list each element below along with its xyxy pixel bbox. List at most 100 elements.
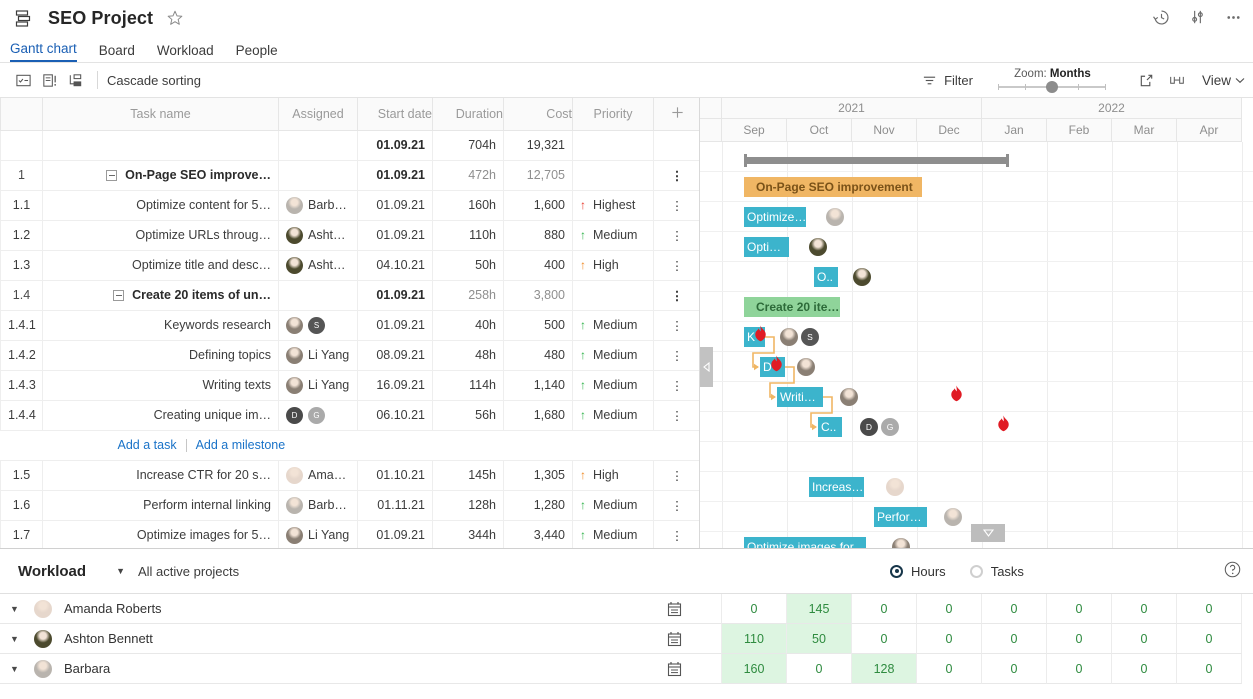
task-name-cell[interactable]: Defining topics bbox=[42, 339, 279, 371]
duration-cell[interactable]: 344h bbox=[432, 519, 504, 548]
col-duration[interactable]: Duration bbox=[432, 98, 504, 131]
task-name-cell[interactable]: Creating unique im… bbox=[42, 399, 279, 431]
table-row[interactable]: 1.6 Perform internal linking Barbara 01.11.… bbox=[0, 489, 699, 521]
workload-cell[interactable]: 145 bbox=[787, 594, 852, 624]
duration-cell[interactable]: 160h bbox=[432, 189, 504, 221]
expand-caret-icon[interactable]: ▼ bbox=[10, 634, 22, 644]
workload-cell[interactable]: 0 bbox=[1047, 624, 1112, 654]
task-name-cell[interactable]: Optimize title and desc… bbox=[42, 249, 279, 281]
assigned-wrap[interactable]: Barbara bbox=[286, 191, 350, 219]
cost-cell[interactable]: 1,140 bbox=[503, 369, 573, 401]
col-cost[interactable]: Cost bbox=[503, 98, 573, 131]
gantt-task-bar[interactable]: C.. bbox=[818, 417, 842, 437]
workload-cell[interactable]: 50 bbox=[787, 624, 852, 654]
col-priority[interactable]: Priority bbox=[572, 98, 654, 131]
task-name-cell[interactable]: On-Page SEO improve… bbox=[42, 159, 279, 191]
duration-cell[interactable]: 48h bbox=[432, 339, 504, 371]
duration-cell[interactable]: 56h bbox=[432, 399, 504, 431]
assigned-cell[interactable]: Ashto… bbox=[278, 249, 358, 281]
priority-wrap[interactable]: ↑ High bbox=[580, 461, 646, 489]
priority-wrap[interactable]: ↑ Medium bbox=[580, 221, 646, 249]
cost-cell[interactable]: 1,280 bbox=[503, 489, 573, 521]
row-menu-button[interactable]: ⋮ bbox=[653, 519, 699, 548]
priority-wrap[interactable]: ↑ Medium bbox=[580, 401, 646, 429]
priority-cell[interactable]: ↑ Medium bbox=[572, 489, 654, 521]
workload-cell[interactable]: 0 bbox=[1047, 594, 1112, 624]
workload-cell[interactable]: 0 bbox=[852, 624, 917, 654]
cost-cell[interactable]: 12,705 bbox=[503, 159, 573, 191]
cost-cell[interactable]: 400 bbox=[503, 249, 573, 281]
duration-cell[interactable]: 114h bbox=[432, 369, 504, 401]
priority-cell[interactable] bbox=[572, 159, 654, 191]
workload-cell[interactable]: 0 bbox=[1177, 654, 1242, 684]
start-date-cell[interactable]: 01.09.21 bbox=[357, 309, 433, 341]
assigned-wrap[interactable]: S bbox=[286, 311, 350, 339]
table-row-total[interactable]: 01.09.21 704h 19,321 bbox=[0, 129, 699, 161]
workload-cell[interactable]: 0 bbox=[917, 624, 982, 654]
assigned-wrap[interactable]: Ashto… bbox=[286, 251, 350, 279]
expand-caret-icon[interactable]: ▼ bbox=[10, 604, 22, 614]
duration-cell[interactable]: 145h bbox=[432, 459, 504, 491]
row-menu-button[interactable]: ⋮ bbox=[653, 189, 699, 221]
tab-workload[interactable]: Workload bbox=[157, 43, 214, 62]
task-name-cell[interactable]: Increase CTR for 20 s… bbox=[42, 459, 279, 491]
start-date-cell[interactable]: 01.09.21 bbox=[357, 519, 433, 548]
collapse-toggle[interactable] bbox=[106, 169, 118, 181]
gantt-summary-bar[interactable]: On-Page SEO improvement bbox=[744, 177, 922, 197]
more-icon[interactable] bbox=[1223, 7, 1243, 27]
workload-cell[interactable]: 128 bbox=[852, 654, 917, 684]
task-name-cell[interactable]: Create 20 items of un… bbox=[42, 279, 279, 311]
export-icon[interactable] bbox=[1132, 68, 1162, 94]
timeline-month[interactable]: Feb bbox=[1047, 119, 1112, 142]
overdue-flame-icon[interactable] bbox=[754, 325, 767, 342]
assigned-wrap[interactable]: DG bbox=[286, 401, 350, 429]
assigned-cell[interactable]: Barbara bbox=[278, 489, 358, 521]
start-date-cell[interactable]: 08.09.21 bbox=[357, 339, 433, 371]
workload-collapse-caret[interactable]: ▼ bbox=[116, 566, 125, 576]
gantt-task-bar[interactable]: Increas… bbox=[809, 477, 864, 497]
start-date-cell[interactable]: 01.09.21 bbox=[357, 279, 433, 311]
priority-wrap[interactable]: ↑ Medium bbox=[580, 311, 646, 339]
table-row[interactable]: 1.2 Optimize URLs throug… Ashto… 01.09.21 11… bbox=[0, 219, 699, 251]
assigned-wrap[interactable]: Ashto… bbox=[286, 221, 350, 249]
table-row[interactable]: 1.4 Create 20 items of un… 01.09.21 258h 3,8… bbox=[0, 279, 699, 311]
row-menu-button[interactable]: ⋮ bbox=[653, 399, 699, 431]
cost-cell[interactable]: 880 bbox=[503, 219, 573, 251]
workload-cell[interactable]: 0 bbox=[1112, 624, 1177, 654]
calendar-icon[interactable] bbox=[667, 601, 682, 617]
gantt-task-bar[interactable]: Perfor… bbox=[874, 507, 927, 527]
workload-cell[interactable]: 0 bbox=[1047, 654, 1112, 684]
scroll-down-tab[interactable] bbox=[971, 524, 1005, 542]
collapse-toggle[interactable] bbox=[113, 289, 125, 301]
zoom-slider-control[interactable]: Zoom: Months bbox=[995, 68, 1110, 93]
table-row[interactable]: 1.4.3 Writing texts Li Yang 16.09.21 114h 1,1… bbox=[0, 369, 699, 401]
help-icon[interactable] bbox=[1223, 560, 1243, 580]
workload-row[interactable]: ▼ Barbara bbox=[0, 654, 700, 684]
history-icon[interactable] bbox=[1151, 7, 1171, 27]
task-name-cell[interactable]: Writing texts bbox=[42, 369, 279, 401]
workload-cell[interactable]: 0 bbox=[1177, 594, 1242, 624]
assigned-wrap[interactable]: Li Yang bbox=[286, 341, 350, 369]
table-row[interactable]: 1.4.2 Defining topics Li Yang 08.09.21 48h 48… bbox=[0, 339, 699, 371]
critical-path-icon[interactable] bbox=[36, 68, 62, 92]
start-date-cell[interactable]: 01.09.21 bbox=[357, 189, 433, 221]
workload-cell[interactable]: 0 bbox=[722, 594, 787, 624]
cost-cell[interactable]: 1,305 bbox=[503, 459, 573, 491]
priority-cell[interactable]: ↑ Medium bbox=[572, 399, 654, 431]
checklist-icon[interactable] bbox=[10, 68, 36, 92]
priority-wrap[interactable]: ↑ High bbox=[580, 251, 646, 279]
add-column-button[interactable] bbox=[653, 98, 699, 131]
duration-cell[interactable]: 128h bbox=[432, 489, 504, 521]
task-name-cell[interactable]: Optimize images for 5… bbox=[42, 519, 279, 548]
cost-cell[interactable]: 500 bbox=[503, 309, 573, 341]
assigned-cell[interactable] bbox=[278, 279, 358, 311]
priority-wrap[interactable]: ↑ Highest bbox=[580, 191, 646, 219]
priority-cell[interactable]: ↑ Medium bbox=[572, 309, 654, 341]
start-date-cell[interactable]: 06.10.21 bbox=[357, 399, 433, 431]
start-date-cell[interactable]: 01.09.21 bbox=[357, 159, 433, 191]
assigned-wrap[interactable]: Li Yang bbox=[286, 521, 350, 548]
collapse-grid-handle[interactable] bbox=[700, 347, 713, 387]
assigned-cell[interactable]: Li Yang bbox=[278, 369, 358, 401]
timeline-month[interactable]: Sep bbox=[722, 119, 787, 142]
row-menu-button[interactable]: ⋮ bbox=[653, 159, 699, 191]
